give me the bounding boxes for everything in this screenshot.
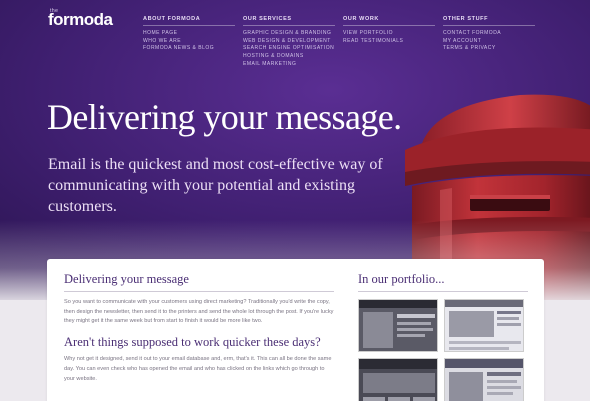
nav-heading-services: OUR SERVICES (243, 16, 335, 26)
nav-link-web-design[interactable]: WEB DESIGN & DEVELOPMENT (243, 38, 335, 46)
nav-heading-other: OTHER STUFF (443, 16, 535, 26)
logo-prefix: the (50, 8, 59, 14)
hero-headline: Delivering your message. (47, 97, 402, 137)
portfolio-thumb[interactable] (358, 299, 438, 352)
nav-link-account[interactable]: MY ACCOUNT (443, 38, 535, 46)
formoda-logo[interactable]: the formoda (48, 8, 113, 30)
portfolio-sidebar: In our portfolio... (358, 272, 528, 401)
section-title-delivering: Delivering your message (64, 272, 334, 292)
nav-link-portfolio[interactable]: VIEW PORTFOLIO (343, 30, 435, 38)
nav-col-services: OUR SERVICES GRAPHIC DESIGN & BRANDING W… (243, 16, 335, 69)
nav-col-work: OUR WORK VIEW PORTFOLIO READ TESTIMONIAL… (343, 16, 435, 45)
nav-link-seo[interactable]: SEARCH ENGINE OPTIMISATION (243, 45, 335, 53)
portfolio-grid (358, 299, 528, 401)
nav-link-home[interactable]: HOME PAGE (143, 30, 235, 38)
portfolio-title: In our portfolio... (358, 272, 528, 292)
section-text-quicker: Why not get it designed, send it out to … (64, 356, 332, 382)
nav-link-who-we-are[interactable]: WHO WE ARE (143, 38, 235, 46)
portfolio-thumb[interactable] (444, 299, 524, 352)
nav-col-about: ABOUT FORMODA HOME PAGE WHO WE ARE FORMO… (143, 16, 235, 53)
nav-link-email-marketing[interactable]: EMAIL MARKETING (243, 61, 335, 69)
section-text-delivering: So you want to communicate with your cus… (64, 299, 334, 325)
nav-link-terms[interactable]: TERMS & PRIVACY (443, 45, 535, 53)
content-panel: Delivering your message So you want to c… (47, 259, 544, 401)
nav-link-hosting[interactable]: HOSTING & DOMAINS (243, 53, 335, 61)
nav-heading-about: ABOUT FORMODA (143, 16, 235, 26)
nav-link-contact[interactable]: CONTACT FORMODA (443, 30, 535, 38)
portfolio-thumb[interactable] (358, 358, 438, 401)
nav-link-testimonials[interactable]: READ TESTIMONIALS (343, 38, 435, 46)
portfolio-thumb[interactable] (444, 358, 524, 401)
nav-link-graphic-design[interactable]: GRAPHIC DESIGN & BRANDING (243, 30, 335, 38)
main-column: Delivering your message So you want to c… (64, 272, 334, 384)
section-title-quicker: Aren't things supposed to work quicker t… (64, 335, 321, 350)
nav-link-news-blog[interactable]: FORMODA NEWS & BLOG (143, 45, 235, 53)
hero-intro: Email is the quickest and most cost-effe… (48, 156, 383, 215)
nav-col-other: OTHER STUFF CONTACT FORMODA MY ACCOUNT T… (443, 16, 535, 53)
nav-heading-work: OUR WORK (343, 16, 435, 26)
